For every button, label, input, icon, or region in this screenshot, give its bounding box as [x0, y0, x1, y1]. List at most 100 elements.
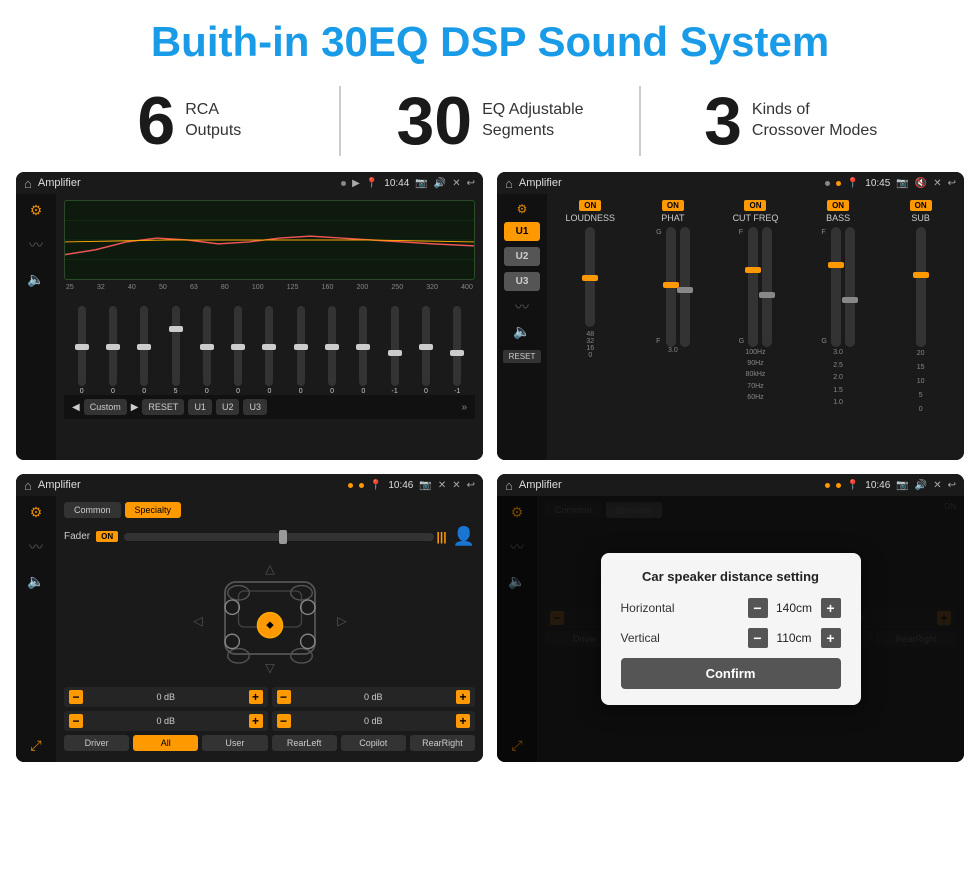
volume-icon-1: 🔊	[434, 178, 446, 189]
confirm-button[interactable]: Confirm	[621, 658, 841, 689]
eq-bottom-bar: ◀ Custom ▶ RESET U1 U2 U3 »	[64, 395, 475, 419]
screen4-content: ⚙ 〰 🔈 ⤢ Common Specialty ON ··· −	[497, 496, 964, 762]
rearright-btn[interactable]: RearRight	[410, 735, 475, 751]
eq-slider-5[interactable]: 0	[234, 306, 242, 395]
db-plus-fl[interactable]: +	[249, 690, 263, 704]
wave-icon-2[interactable]: 〰	[515, 297, 529, 317]
eq-slider-11[interactable]: 0	[422, 306, 430, 395]
u3-side-btn[interactable]: U3	[504, 272, 540, 291]
db-plus-fr[interactable]: +	[456, 690, 470, 704]
speaker-icon[interactable]: 🔈	[27, 271, 44, 288]
status-bar-3: ⌂ Amplifier 📍 10:46 📷 ✕ ✕ ↩	[16, 474, 483, 496]
close-icon-4[interactable]: ✕	[933, 480, 941, 491]
close-icon-2[interactable]: ✕	[933, 178, 941, 189]
reset-btn-1[interactable]: RESET	[142, 399, 184, 415]
custom-btn[interactable]: Custom	[84, 399, 127, 415]
back-icon-3[interactable]: ↩	[467, 480, 475, 491]
copilot-btn[interactable]: Copilot	[341, 735, 406, 751]
db-plus-rl[interactable]: +	[249, 714, 263, 728]
eq-freq-labels: 25 32 40 50 63 80 100 125 160 200 250 32…	[64, 284, 475, 291]
db-minus-fr[interactable]: −	[277, 690, 291, 704]
eq-slider-8[interactable]: 0	[328, 306, 336, 395]
home-icon-3[interactable]: ⌂	[24, 478, 32, 493]
next-icon[interactable]: ▶	[131, 402, 139, 413]
eq-slider-3[interactable]: 5	[172, 306, 180, 395]
fader-label: Fader	[64, 531, 90, 542]
eq-slider-9[interactable]: 0	[359, 306, 367, 395]
svg-text:◁: ◁	[193, 614, 203, 628]
db-plus-rr[interactable]: +	[456, 714, 470, 728]
camera-icon-3: 📷	[419, 480, 431, 491]
eq-graph	[64, 200, 475, 280]
eq-slider-0[interactable]: 0	[78, 306, 86, 395]
eq-slider-12[interactable]: -1	[453, 306, 461, 395]
u1-btn-1[interactable]: U1	[188, 399, 212, 415]
location-icon-4: 📍	[847, 480, 859, 491]
speaker-icon-2[interactable]: 🔈	[513, 323, 530, 340]
db-minus-rr[interactable]: −	[277, 714, 291, 728]
home-icon-2[interactable]: ⌂	[505, 176, 513, 191]
fader-track[interactable]	[124, 533, 433, 541]
back-icon-4[interactable]: ↩	[948, 480, 956, 491]
eq-slider-1[interactable]: 0	[109, 306, 117, 395]
reset-btn-2[interactable]: RESET	[503, 350, 542, 363]
db-control-fr: − 0 dB +	[272, 687, 476, 707]
eq-icon[interactable]: ⚙	[30, 202, 43, 219]
eq-side-icon-2[interactable]: ⚙	[517, 202, 528, 216]
screen2-title: Amplifier	[519, 177, 819, 189]
screen2-main: ON LOUDNESS 4832160 ON PHAT	[547, 194, 964, 460]
close-icon-3[interactable]: ✕	[452, 480, 460, 491]
u2-side-btn[interactable]: U2	[504, 247, 540, 266]
screen1-title: Amplifier	[38, 177, 335, 189]
eq-side-icon-3[interactable]: ⚙	[30, 504, 43, 521]
screen1-time: 10:44	[384, 178, 409, 189]
driver-btn[interactable]: Driver	[64, 735, 129, 751]
speaker-icon-3[interactable]: 🔈	[27, 573, 44, 590]
camera-icon-2: 📷	[896, 178, 908, 189]
db-control-rl: − 0 dB +	[64, 711, 268, 731]
wave-icon[interactable]: 〰	[29, 235, 43, 255]
all-btn[interactable]: All	[133, 735, 198, 751]
user-btn-3[interactable]: User	[202, 735, 267, 751]
back-icon-2[interactable]: ↩	[948, 178, 956, 189]
stat-eq-text2: Segments	[482, 121, 583, 142]
close-icon-1[interactable]: ✕	[452, 178, 460, 189]
common-tab[interactable]: Common	[64, 502, 121, 518]
arrows-icon-3[interactable]: ⤢	[30, 737, 41, 754]
screen2-side: ⚙ U1 U2 U3 〰 🔈 RESET	[497, 194, 547, 460]
u2-btn-1[interactable]: U2	[216, 399, 240, 415]
bottom-btns-3: Driver All User RearLeft Copilot RearRig…	[64, 735, 475, 751]
more-icon[interactable]: »	[461, 402, 467, 413]
volume-icon-4: 🔊	[915, 480, 927, 491]
dialog-title: Car speaker distance setting	[621, 569, 841, 584]
db-minus-fl[interactable]: −	[69, 690, 83, 704]
back-icon-1[interactable]: ↩	[467, 178, 475, 189]
eq-slider-10[interactable]: -1	[391, 306, 399, 395]
rearleft-btn[interactable]: RearLeft	[272, 735, 337, 751]
home-icon-4[interactable]: ⌂	[505, 478, 513, 493]
stat-crossover: 3 Kinds of Crossover Modes	[661, 87, 920, 155]
status-bar-2: ⌂ Amplifier 📍 10:45 📷 🔇 ✕ ↩	[497, 172, 964, 194]
vertical-plus-btn[interactable]: +	[821, 628, 841, 648]
db-minus-rl[interactable]: −	[69, 714, 83, 728]
stat-rca: 6 RCA Outputs	[60, 87, 319, 155]
home-icon-1[interactable]: ⌂	[24, 176, 32, 191]
u3-btn-1[interactable]: U3	[243, 399, 267, 415]
stat-eq-text1: EQ Adjustable	[482, 100, 583, 121]
play-icon-1: ▶	[352, 178, 360, 189]
person-icon[interactable]: 👤	[453, 526, 475, 547]
eq-slider-2[interactable]: 0	[140, 306, 148, 395]
col-sub-label: SUB	[911, 213, 930, 223]
u1-side-btn[interactable]: U1	[504, 222, 540, 241]
wave-icon-3[interactable]: 〰	[29, 537, 43, 557]
svg-text:▽: ▽	[265, 661, 275, 675]
status-dot-3b	[359, 483, 364, 488]
eq-slider-4[interactable]: 0	[203, 306, 211, 395]
vertical-minus-btn[interactable]: −	[748, 628, 768, 648]
eq-slider-7[interactable]: 0	[297, 306, 305, 395]
horizontal-minus-btn[interactable]: −	[748, 598, 768, 618]
prev-icon[interactable]: ◀	[72, 402, 80, 413]
specialty-tab[interactable]: Specialty	[125, 502, 182, 518]
horizontal-plus-btn[interactable]: +	[821, 598, 841, 618]
eq-slider-6[interactable]: 0	[265, 306, 273, 395]
